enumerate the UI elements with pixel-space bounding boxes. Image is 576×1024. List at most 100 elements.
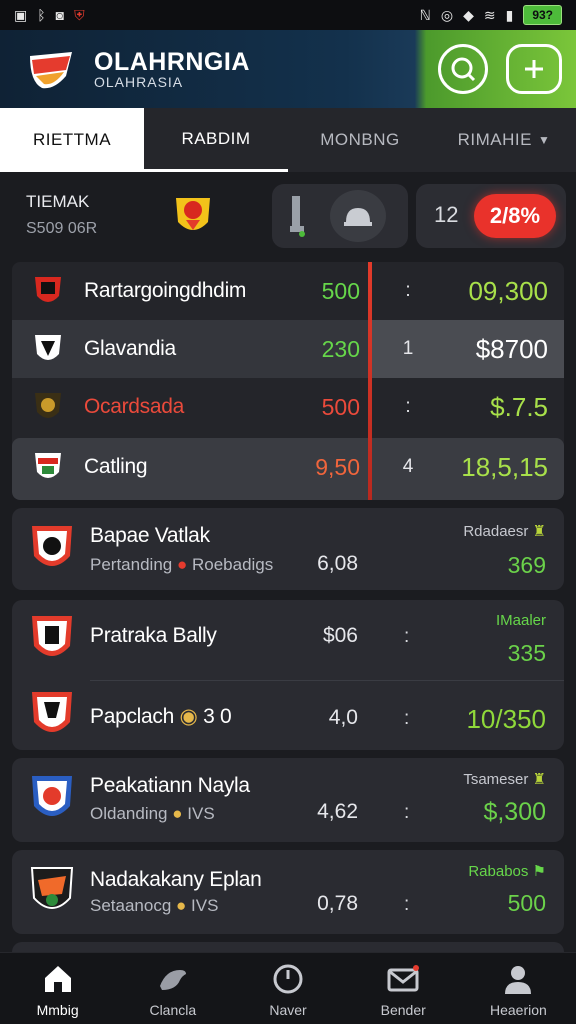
team-amount: 09,300 bbox=[468, 276, 548, 306]
match-card[interactable]: Peakatiann Nayla Oldanding ● IVS 4,62 : … bbox=[12, 758, 564, 842]
card-title: Nadakakany Eplan bbox=[90, 868, 262, 891]
match-card[interactable]: Nadakakany Eplan Setaanocg ● IVS 0,78 : … bbox=[12, 850, 564, 934]
card-mid-value: 4,0 bbox=[328, 706, 358, 729]
team-name: Ocardsada bbox=[84, 395, 185, 418]
team-value: 9,50 bbox=[315, 454, 360, 480]
crest-icon bbox=[35, 453, 61, 478]
chevron-down-icon: ▼ bbox=[537, 133, 551, 147]
score-panel: 12 2/8% bbox=[416, 184, 566, 248]
nav-label: Bender bbox=[380, 1002, 426, 1018]
nav-label: Clancla bbox=[149, 1002, 197, 1018]
tab-2[interactable]: RABDIM bbox=[144, 108, 288, 172]
nav-label: Heaerion bbox=[490, 1002, 547, 1018]
card-tag: IMaaler bbox=[495, 612, 546, 629]
card-sub2: IVS bbox=[191, 896, 219, 915]
card-colon: : bbox=[404, 802, 410, 823]
nav-messages[interactable]: Bender bbox=[346, 953, 461, 1024]
tab-bar: RIETTMA RABDIM MONBNG RIMAHIE ▼ bbox=[0, 108, 576, 172]
cap-button[interactable] bbox=[330, 190, 386, 242]
status-bar: ▣ ᛒ ◙ ⛨ ℕ ◎ ◆ ≋ ▮ 93? bbox=[0, 0, 576, 30]
search-icon bbox=[451, 57, 476, 82]
bird-icon bbox=[159, 970, 186, 990]
home-icon bbox=[44, 966, 71, 992]
team-amount: 18,5,15 bbox=[461, 452, 548, 482]
crest-icon bbox=[35, 277, 61, 302]
search-button[interactable] bbox=[438, 44, 488, 94]
crest-icon bbox=[32, 526, 72, 566]
tab-label: RIETTMA bbox=[32, 130, 112, 149]
card-money: 369 bbox=[507, 552, 546, 578]
table-row[interactable]: Catling 9,50 4 18,5,15 bbox=[12, 438, 564, 500]
trophy-icon: ♜ bbox=[532, 771, 546, 788]
match-card[interactable]: Bapae Vatlak Pertanding ● Roebadigs 6,08… bbox=[12, 508, 564, 590]
add-button[interactable] bbox=[506, 44, 562, 94]
card-tag: Tsameser ♜ bbox=[463, 770, 546, 788]
card-mid-value: 4,62 bbox=[317, 800, 358, 823]
card-money: 10/350 bbox=[466, 704, 546, 734]
nav-home[interactable]: Mmbig bbox=[0, 953, 115, 1024]
summary-row: TIEMAK S509 06R 12 2/8% bbox=[0, 172, 576, 260]
card-subtitle: Setaanocg ● IVS bbox=[90, 896, 218, 916]
card-sub2: Roebadigs bbox=[191, 555, 274, 574]
tab-label: RIMAHIE bbox=[457, 130, 532, 149]
flag-icon: ⚑ bbox=[532, 863, 546, 880]
team-rank: : bbox=[405, 280, 411, 301]
row-divider bbox=[90, 680, 564, 681]
card-sub2: IVS bbox=[187, 804, 215, 823]
bottom-nav: Mmbig Clancla Naver Bender Heaerion bbox=[0, 952, 576, 1024]
table-row[interactable]: Rartargoingdhdim 500 : 09,300 bbox=[12, 262, 564, 320]
card-colon: : bbox=[404, 708, 410, 729]
card-title: Peakatiann Nayla bbox=[90, 774, 250, 797]
tag-text: Tsameser bbox=[463, 771, 529, 788]
card-title: Papclach ◉ 3 0 bbox=[90, 704, 232, 729]
pen-icon[interactable] bbox=[278, 192, 314, 240]
team-amount: $8700 bbox=[475, 334, 548, 364]
tab-label: RABDIM bbox=[181, 128, 251, 148]
card-mid-value: $06 bbox=[322, 624, 358, 647]
cap-icon bbox=[344, 208, 372, 226]
tab-1[interactable]: RIETTMA bbox=[0, 108, 144, 172]
crest-icon bbox=[35, 335, 61, 360]
summary-title: TIEMAK bbox=[26, 192, 90, 211]
team-value: 500 bbox=[321, 394, 360, 420]
tag-text: Rdadaesr bbox=[463, 523, 529, 540]
team-value: 230 bbox=[321, 336, 360, 362]
card-title: Bapae Vatlak bbox=[90, 524, 210, 547]
tab-label: MONBNG bbox=[320, 130, 400, 149]
tab-4[interactable]: RIMAHIE ▼ bbox=[432, 108, 576, 172]
wifi-icon: ≋ bbox=[483, 7, 496, 23]
tab-3[interactable]: MONBNG bbox=[288, 108, 432, 172]
crest-icon bbox=[32, 692, 72, 732]
title-text: Papclach bbox=[90, 705, 174, 728]
team-name: Catling bbox=[84, 455, 148, 478]
card-tag: Rdadaesr ♜ bbox=[463, 522, 546, 540]
app-title: OLAHRNGIA bbox=[94, 48, 250, 76]
table-row[interactable]: Glavandia 230 1 $8700 bbox=[12, 320, 564, 378]
ball-icon: ● bbox=[176, 896, 187, 915]
clock-icon bbox=[273, 964, 303, 994]
match-card[interactable]: Pratraka Bally $06 : IMaaler 335 Papclac… bbox=[12, 600, 564, 750]
nav-timer[interactable]: Naver bbox=[230, 953, 345, 1024]
team-name: Glavandia bbox=[84, 337, 176, 360]
team-amount: $.7.5 bbox=[490, 392, 548, 422]
nav-label: Mmbig bbox=[36, 1002, 79, 1018]
nav-profile[interactable]: Heaerion bbox=[461, 953, 576, 1024]
club-badge-icon bbox=[176, 198, 210, 230]
card-sub1: Setaanocg bbox=[90, 896, 172, 915]
card-money: 500 bbox=[507, 890, 546, 916]
ball-icon: ● bbox=[172, 804, 183, 823]
table-row[interactable]: Ocardsada 500 : $.7.5 bbox=[12, 378, 564, 436]
percent-badge[interactable]: 2/8% bbox=[474, 194, 556, 238]
shield-icon: ⛨ bbox=[74, 7, 85, 23]
card-money: $,300 bbox=[483, 798, 546, 826]
trophy-icon: ♜ bbox=[532, 523, 546, 540]
status-right: ℕ ◎ ◆ ≋ ▮ 93? bbox=[420, 5, 562, 25]
score-value: 12 bbox=[434, 202, 459, 227]
add-icon bbox=[525, 60, 543, 78]
card-money: 335 bbox=[507, 640, 546, 666]
card-subtitle: Pertanding ● Roebadigs bbox=[90, 555, 273, 575]
nav-feed[interactable]: Clancla bbox=[115, 953, 230, 1024]
mail-icon bbox=[387, 965, 420, 992]
team-rank: 1 bbox=[402, 338, 414, 359]
app-header: OLAHRNGIA OLAHRASIA bbox=[0, 30, 576, 108]
